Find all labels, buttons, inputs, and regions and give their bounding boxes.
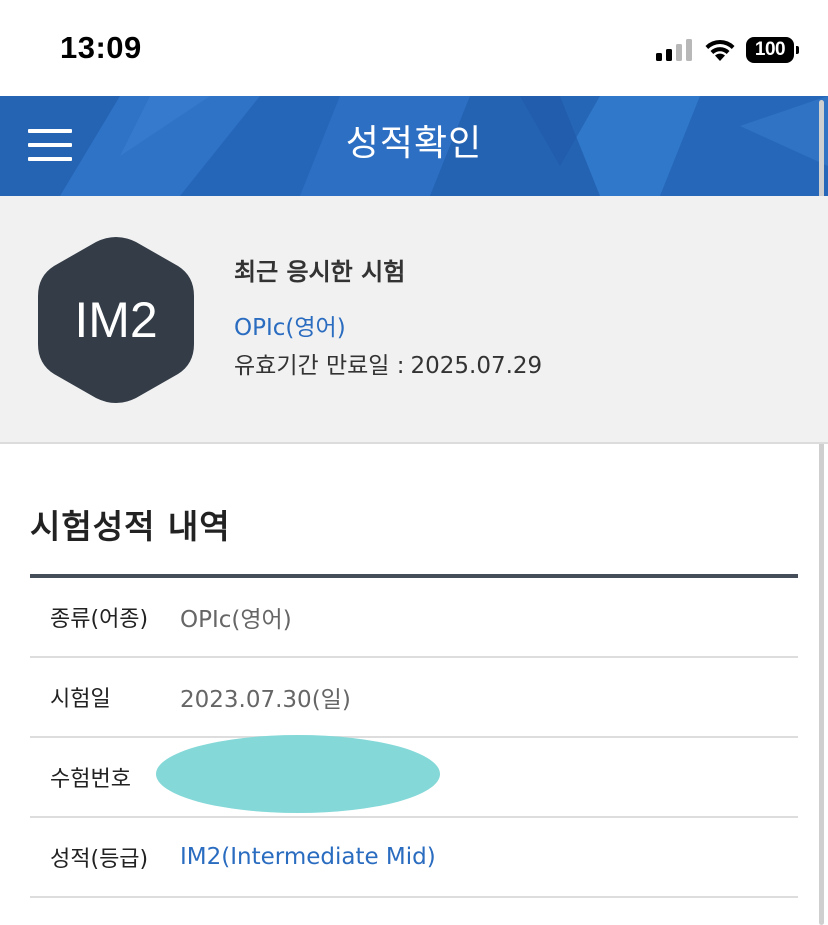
- recent-exam-label: 최근 응시한 시험: [234, 258, 406, 286]
- grade-badge: IM2: [38, 236, 194, 404]
- battery-level: 100: [754, 39, 786, 60]
- table-row: 성적(등급) IM2(Intermediate Mid): [30, 818, 798, 898]
- expiry-label: 유효기간 만료일 :: [234, 353, 405, 379]
- redaction-mark: [156, 735, 440, 813]
- row-value: OPIc(영어): [180, 607, 292, 633]
- status-bar: 13:09 100: [0, 0, 828, 96]
- table-row: 종류(어종) OPIc(영어): [30, 578, 798, 658]
- status-icons: 100: [656, 36, 799, 64]
- recent-exam-summary: IM2 최근 응시한 시험 OPIc(영어) 유효기간 만료일 :2025.07…: [0, 196, 828, 444]
- row-value: 2023.07.30(일): [180, 687, 351, 713]
- expiry-info: 유효기간 만료일 :2025.07.29: [234, 346, 542, 380]
- battery-icon: 100: [746, 37, 799, 63]
- row-value-redacted: [156, 735, 440, 819]
- grade-result-link[interactable]: IM2(Intermediate Mid): [180, 844, 436, 870]
- table-row: 수험번호: [30, 735, 798, 819]
- row-label: 종류(어종): [50, 607, 149, 632]
- row-label: 성적(등급): [50, 847, 149, 872]
- page-title: 성적확인: [345, 123, 483, 164]
- table-row: 시험일 2023.07.30(일): [30, 658, 798, 738]
- app-header: 성적확인: [0, 96, 828, 196]
- results-table: 종류(어종) OPIc(영어) 시험일 2023.07.30(일) 수험번호 성…: [30, 574, 798, 898]
- status-time: 13:09: [60, 30, 142, 65]
- grade-text: IM2: [74, 292, 158, 348]
- recent-exam-link[interactable]: OPIc(영어): [234, 308, 346, 342]
- wifi-icon: [705, 39, 735, 61]
- signal-icon: [656, 39, 692, 61]
- results-section-title: 시험성적 내역: [30, 507, 231, 546]
- row-label: 시험일: [50, 687, 111, 712]
- expiry-date: 2025.07.29: [410, 353, 543, 379]
